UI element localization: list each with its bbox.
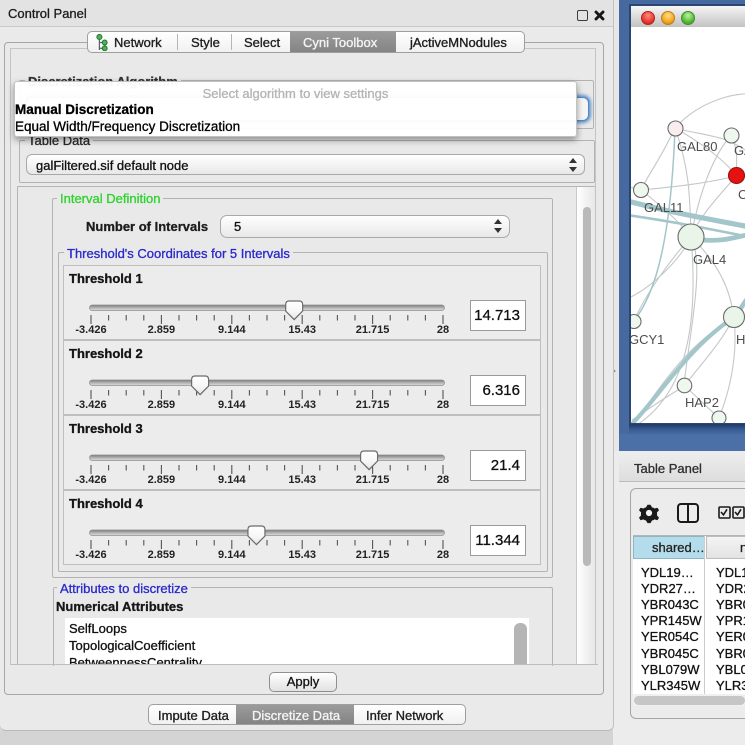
svg-text:21.715: 21.715 xyxy=(356,399,390,411)
svg-text:21.715: 21.715 xyxy=(356,549,390,561)
svg-text:C: C xyxy=(738,187,745,202)
svg-text:28: 28 xyxy=(437,549,449,561)
svg-text:9.144: 9.144 xyxy=(218,474,246,486)
svg-text:-3.426: -3.426 xyxy=(75,549,106,561)
svg-text:-3.426: -3.426 xyxy=(75,474,106,486)
svg-text:28: 28 xyxy=(437,324,449,336)
svg-text:2.859: 2.859 xyxy=(148,324,176,336)
svg-text:GAL4: GAL4 xyxy=(693,252,726,267)
svg-text:GA: GA xyxy=(734,143,745,158)
svg-text:9.144: 9.144 xyxy=(218,324,246,336)
svg-text:GCY1: GCY1 xyxy=(631,332,664,347)
svg-text:28: 28 xyxy=(437,399,449,411)
svg-text:-3.426: -3.426 xyxy=(75,399,106,411)
svg-text:28: 28 xyxy=(437,474,449,486)
svg-text:9.144: 9.144 xyxy=(218,549,246,561)
svg-text:15.43: 15.43 xyxy=(288,324,316,336)
svg-text:HAP2: HAP2 xyxy=(685,395,719,410)
svg-text:GAL80: GAL80 xyxy=(677,139,717,154)
svg-text:2.859: 2.859 xyxy=(148,399,176,411)
svg-text:21.715: 21.715 xyxy=(356,324,390,336)
svg-text:15.43: 15.43 xyxy=(288,549,316,561)
svg-text:15.43: 15.43 xyxy=(288,474,316,486)
svg-text:H: H xyxy=(736,332,745,347)
svg-text:2.859: 2.859 xyxy=(148,549,176,561)
svg-text:15.43: 15.43 xyxy=(288,399,316,411)
svg-text:21.715: 21.715 xyxy=(356,474,390,486)
svg-text:2.859: 2.859 xyxy=(148,474,176,486)
svg-text:-3.426: -3.426 xyxy=(75,324,106,336)
svg-text:9.144: 9.144 xyxy=(218,399,246,411)
svg-text:GAL11: GAL11 xyxy=(644,200,684,215)
